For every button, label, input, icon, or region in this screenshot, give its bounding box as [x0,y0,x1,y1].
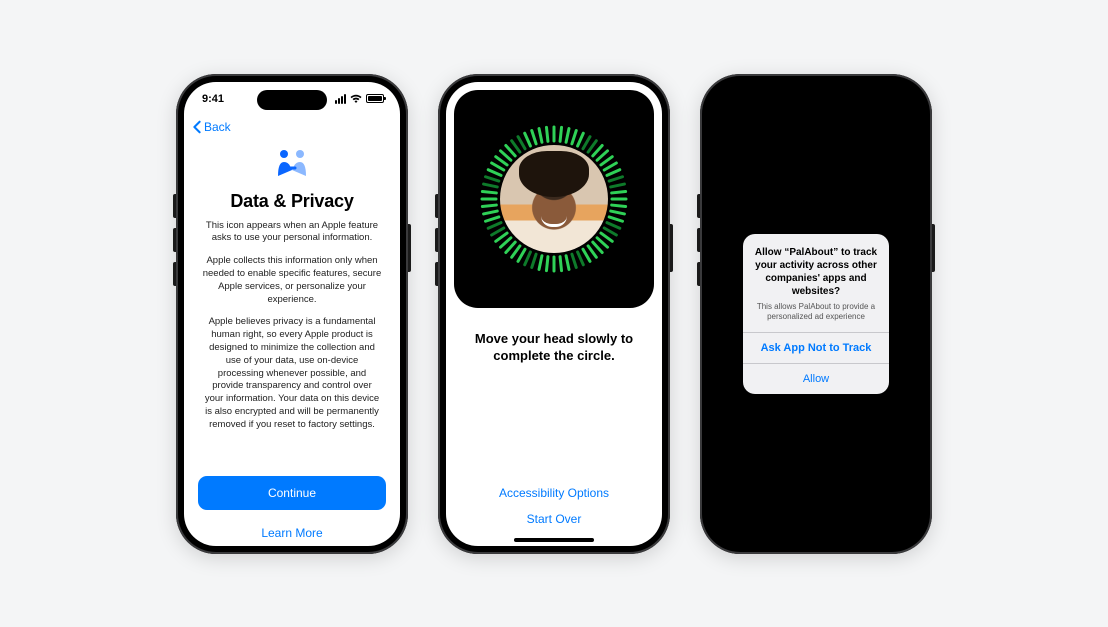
privacy-paragraph-1: This icon appears when an Apple feature … [198,220,386,246]
wifi-icon [350,94,362,103]
page-title: Data & Privacy [230,191,353,212]
start-over-button[interactable]: Start Over [466,506,642,532]
screen-privacy: 9:41 Back [184,82,400,546]
accessibility-options-button[interactable]: Accessibility Options [466,480,642,506]
alert-subtitle: This allows PalAbout to provide a person… [753,302,879,322]
status-indicators [335,94,384,104]
home-indicator[interactable] [514,538,594,542]
faceid-instruction: Move your head slowly to complete the ci… [466,330,642,365]
privacy-paragraph-2: Apple collects this information only whe… [198,255,386,306]
dynamic-island [781,90,851,110]
alert-title: Allow “PalAbout” to track your activity … [753,246,879,298]
cellular-icon [335,94,346,104]
dynamic-island [257,90,327,110]
continue-button[interactable]: Continue [198,476,386,510]
back-button[interactable]: Back [184,116,400,138]
privacy-handshake-icon [270,148,314,183]
faceid-face-preview [500,145,608,253]
dynamic-island [519,90,589,110]
privacy-paragraph-3: Apple believes privacy is a fundamental … [198,316,386,431]
iphone-device-1: 9:41 Back [176,74,408,554]
back-label: Back [204,120,231,134]
iphone-device-2: Move your head slowly to complete the ci… [438,74,670,554]
chevron-left-icon [192,120,202,134]
battery-icon [366,94,384,103]
faceid-scan-panel [454,90,654,308]
tracking-alert: Allow “PalAbout” to track your activity … [743,234,889,394]
status-time: 9:41 [202,93,224,105]
iphone-device-3: Allow “PalAbout” to track your activity … [700,74,932,554]
allow-button[interactable]: Allow [743,363,889,394]
ask-not-to-track-button[interactable]: Ask App Not to Track [743,332,889,363]
learn-more-button[interactable]: Learn More [261,520,322,546]
screen-faceid: Move your head slowly to complete the ci… [446,82,662,546]
screen-tracking-prompt: Allow “PalAbout” to track your activity … [708,82,924,546]
